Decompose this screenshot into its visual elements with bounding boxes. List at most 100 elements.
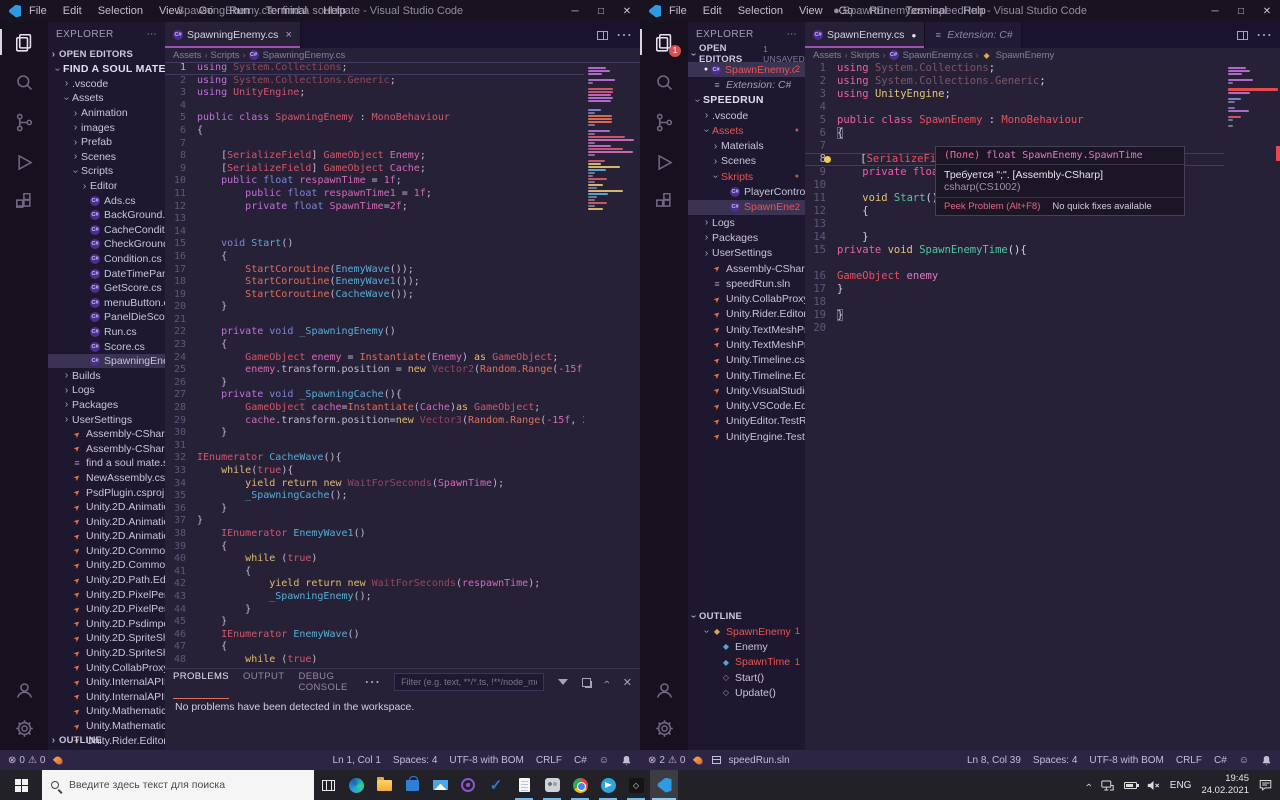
close-button[interactable]: ✕ — [1254, 6, 1280, 17]
tree-item-unity-timeline-editor-cs[interactable]: ➤Unity.Timeline.Editor.cs... — [688, 368, 805, 383]
code-line-44[interactable]: 44 } — [165, 604, 640, 617]
tree-item-ads-cs[interactable]: C#Ads.cs — [48, 193, 165, 208]
code-line-[interactable] — [805, 257, 1280, 270]
menu-help[interactable]: Help — [963, 5, 986, 17]
code-line-41[interactable]: 41 { — [165, 566, 640, 579]
account-icon[interactable] — [0, 670, 48, 710]
tree-item-unityeditor-testrunner[interactable]: ➤UnityEditor.TestRunner.... — [688, 414, 805, 429]
tree-item-unity-2d-animation-tria[interactable]: ➤Unity.2D.Animation.Tria... — [48, 529, 165, 544]
taskbar-vscode-icon[interactable] — [650, 770, 678, 800]
tree-item-assembly-csharp-csproj[interactable]: ➤Assembly-CSharp.csproj — [688, 261, 805, 276]
code-line-19[interactable]: 19 StartCoroutine(CacheWave()); — [165, 289, 640, 302]
tree-item-logs[interactable]: ›Logs — [688, 215, 805, 230]
open-editors-header[interactable]: › OPEN EDITORS 1 UNSAVED — [688, 46, 805, 62]
menu-run[interactable]: Run — [869, 5, 889, 17]
code-line-16[interactable]: 16 { — [165, 251, 640, 264]
code-line-8[interactable]: 8 [SerializeField] GameObject Enemy; — [165, 150, 640, 163]
code-line-17[interactable]: 17 StartCoroutine(EnemyWave()); — [165, 264, 640, 277]
code-line-4[interactable]: 4 — [805, 101, 1280, 114]
code-line-9[interactable]: 9 [SerializeField] GameObject Cache; — [165, 163, 640, 176]
code-line-3[interactable]: 3using UnityEngine; — [805, 88, 1280, 101]
status-c[interactable]: C# — [574, 755, 587, 766]
code-line-20[interactable]: 20 — [805, 322, 1280, 335]
tree-item-editor[interactable]: ›Editor — [48, 179, 165, 194]
minimize-button[interactable]: ─ — [562, 6, 588, 17]
code-line-15[interactable]: 15 void Start() — [165, 238, 640, 251]
tree-item-unity-2d-common-edito[interactable]: ➤Unity.2D.Common.Edito... — [48, 544, 165, 559]
peek-problem-link[interactable]: Peek Problem (Alt+F8) — [944, 201, 1040, 212]
menu-file[interactable]: File — [29, 5, 47, 17]
status-utf-8-with-bom[interactable]: UTF-8 with BOM — [1089, 755, 1163, 766]
taskbar-search-input[interactable] — [67, 778, 305, 792]
code-line-2[interactable]: 2using System.Collections.Generic; — [165, 75, 640, 88]
tree-item-animation[interactable]: ›Animation — [48, 106, 165, 121]
tree-item-unity-internalapiengine[interactable]: ➤Unity.InternalAPIEngine... — [48, 690, 165, 705]
tree-item-scenes[interactable]: ›Scenes — [688, 154, 805, 169]
tree-item-assembly-csharp-csproj[interactable]: ➤Assembly-CSharp.csproj — [48, 441, 165, 456]
tree-item-spawningenemy-cs[interactable]: C#SpawningEnemy.cs — [48, 354, 165, 369]
notifications-bell-icon[interactable] — [621, 755, 632, 766]
tree-item-unity-collabproxy-editor[interactable]: ➤Unity.CollabProxy.Editor... — [48, 660, 165, 675]
status-crlf[interactable]: CRLF — [1176, 755, 1202, 766]
menu-run[interactable]: Run — [229, 5, 249, 17]
code-line-2[interactable]: 2using System.Collections.Generic; — [805, 75, 1280, 88]
tree-item-spawntime[interactable]: ◆SpawnTime1 — [688, 655, 805, 670]
code-line-14[interactable]: 14 — [165, 226, 640, 239]
code-line-14[interactable]: 14 } — [805, 231, 1280, 244]
taskbar-edge-icon[interactable] — [342, 770, 370, 800]
search-icon[interactable] — [0, 62, 48, 102]
tree-item-unity-2d-animation-run[interactable]: ➤Unity.2D.Animation.Run... — [48, 514, 165, 529]
code-line-5[interactable]: 5public class SpawnEnemy : MonoBehaviour — [805, 114, 1280, 127]
tree-item-unity-mathematics-csproj[interactable]: ➤Unity.Mathematics.csproj — [48, 704, 165, 719]
tree-item-condition-cs[interactable]: C#Condition.cs — [48, 252, 165, 267]
editor-more-icon[interactable]: ⋯ — [616, 25, 632, 45]
maximize-button[interactable]: □ — [1228, 6, 1254, 17]
tree-item-images[interactable]: ›images — [48, 120, 165, 135]
code-line-6[interactable]: 6{ — [805, 127, 1280, 140]
unity-debugger-flame-icon[interactable] — [693, 754, 704, 765]
taskbar-notepad-icon[interactable] — [510, 770, 538, 800]
feedback-smiley-icon[interactable]: ☺ — [599, 755, 609, 766]
unsaved-dot-icon[interactable]: ● — [911, 31, 916, 40]
code-line-6[interactable]: 6{ — [165, 125, 640, 138]
code-line-15[interactable]: 15private void SpawnEnemyTime(){ — [805, 244, 1280, 257]
tree-item-packages[interactable]: ›Packages — [48, 398, 165, 413]
breadcrumb-spawningenemy-cs[interactable]: SpawningEnemy.cs — [263, 50, 346, 61]
language-indicator[interactable]: ENG — [1170, 780, 1192, 791]
tree-item-unity-2d-psdimporter-e[interactable]: ➤Unity.2D.Psdimporter.E... — [48, 617, 165, 632]
volume-muted-icon[interactable] — [1147, 780, 1160, 791]
code-line-11[interactable]: 11 public float respawnTime1 = 1f; — [165, 188, 640, 201]
code-line-39[interactable]: 39 { — [165, 541, 640, 554]
code-editor[interactable]: 1using System.Collections;2using System.… — [165, 62, 640, 668]
code-line-24[interactable]: 24 GameObject enemy = Instantiate(Enemy)… — [165, 352, 640, 365]
menu-view[interactable]: View — [799, 5, 823, 17]
tree-item-unity-visualstudio-edito[interactable]: ➤Unity.VisualStudio.Edito... — [688, 383, 805, 398]
code-line-13[interactable]: 13 — [805, 218, 1280, 231]
status-spaces-4[interactable]: Spaces: 4 — [1033, 755, 1077, 766]
taskbar-unity-hub-icon[interactable]: ◇ — [622, 770, 650, 800]
tree-item-assets[interactable]: ›Assets — [48, 91, 165, 106]
menu-view[interactable]: View — [159, 5, 183, 17]
tree-item-packages[interactable]: ›Packages — [688, 230, 805, 245]
code-line-19[interactable]: 19} — [805, 309, 1280, 322]
tree-item-materials[interactable]: ›Materials — [688, 138, 805, 153]
tree-item-score-cs[interactable]: C#Score.cs — [48, 339, 165, 354]
account-icon[interactable] — [640, 670, 688, 710]
tree-item-unity-2d-pixelperfect-edi[interactable]: ➤Unity.2D.PixelPerfect.Edi... — [48, 602, 165, 617]
taskbar-telegram-icon[interactable] — [594, 770, 622, 800]
tree-item-spawnenemy-cs[interactable]: C#SpawnEnemy.cs2 — [688, 200, 805, 215]
code-line-5[interactable]: 5public class SpawningEnemy : MonoBehavi… — [165, 112, 640, 125]
tree-item-vscode[interactable]: ›.vscode — [688, 108, 805, 123]
tab-spawningenemy[interactable]: C# SpawningEnemy.cs × — [165, 22, 301, 48]
code-line-18[interactable]: 18 StartCoroutine(EnemyWave1()); — [165, 276, 640, 289]
tree-item-start[interactable]: ◇Start() — [688, 670, 805, 685]
run-debug-icon[interactable] — [0, 142, 48, 182]
code-line-45[interactable]: 45 } — [165, 616, 640, 629]
tree-item-logs[interactable]: ›Logs — [48, 383, 165, 398]
code-line-10[interactable]: 10 public float respawnTime = 1f; — [165, 175, 640, 188]
code-line-35[interactable]: 35 _SpawningCache(); — [165, 490, 640, 503]
code-line-23[interactable]: 23 { — [165, 339, 640, 352]
panel-close-icon[interactable]: ✕ — [623, 676, 632, 689]
minimap[interactable] — [584, 64, 640, 668]
code-line-32[interactable]: 32IEnumerator CacheWave(){ — [165, 452, 640, 465]
